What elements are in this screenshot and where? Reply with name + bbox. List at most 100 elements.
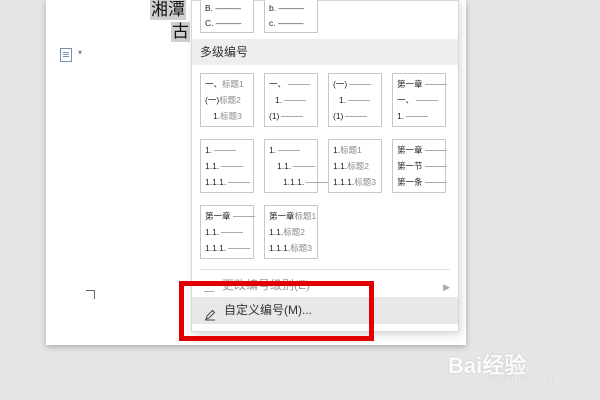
numbering-line: 第一章 bbox=[205, 211, 255, 221]
numbering-level-label: 1.1.1. bbox=[269, 243, 291, 253]
numbering-line: 1.1.1.标题3 bbox=[333, 177, 376, 187]
numbering-line: 1. bbox=[275, 95, 307, 105]
placeholder-line bbox=[288, 84, 311, 86]
heading-style-label: 标题3 bbox=[354, 177, 377, 187]
numbering-line: 1.1.标题2 bbox=[269, 227, 305, 237]
numbering-level-label: 1. bbox=[205, 145, 213, 155]
numbering-level-label: 第一章 bbox=[397, 145, 423, 155]
placeholder-line bbox=[424, 84, 447, 86]
numbering-level-label: 一、 bbox=[397, 95, 415, 105]
placeholder-line bbox=[306, 182, 329, 184]
placeholder-line bbox=[221, 232, 244, 234]
multilevel-numbering-option[interactable]: 一、标题1 (一)标题2 1.标题3 bbox=[200, 73, 254, 127]
numbering-level-label: 1.1. bbox=[333, 161, 348, 171]
heading-style-label: 标题3 bbox=[290, 243, 313, 253]
placeholder-line bbox=[221, 166, 244, 168]
chevron-down-icon[interactable]: ▾ bbox=[78, 48, 82, 57]
numbering-line: 第一章 bbox=[397, 145, 447, 155]
numbering-line: 1. bbox=[397, 111, 429, 121]
heading-style-label: 标题3 bbox=[220, 111, 242, 121]
placeholder-line bbox=[345, 116, 368, 118]
numbering-line: (一) bbox=[333, 79, 372, 89]
numbering-level-label: 1. bbox=[339, 95, 347, 105]
heading-style-label: 标题2 bbox=[219, 95, 241, 105]
numbering-line: B. ——— bbox=[205, 3, 241, 13]
document-text-line-1[interactable]: 湘潭 bbox=[150, 0, 186, 20]
numbering-level-label: 1.1.1. bbox=[283, 177, 305, 187]
placeholder-line bbox=[281, 116, 304, 118]
numbering-line: 1.1.1. bbox=[283, 177, 329, 187]
numbering-line: 1.1. bbox=[277, 161, 316, 171]
multilevel-numbering-heading: 多级编号 bbox=[192, 39, 458, 65]
numbering-level-label: 一、 bbox=[269, 79, 287, 89]
heading-style-label: 标题1 bbox=[222, 79, 244, 89]
numbering-level-label: 第一章 bbox=[205, 211, 231, 221]
multilevel-numbering-option[interactable]: 一、 1. (1) bbox=[264, 73, 318, 127]
multilevel-numbering-option[interactable]: 第一章一、 1. bbox=[392, 73, 447, 127]
numbering-level-label: (一) bbox=[333, 79, 348, 89]
placeholder-line bbox=[278, 150, 301, 152]
multilevel-numbering-option[interactable]: 第一章标题1 1.1.标题2 1.1.1.标题3 bbox=[264, 205, 318, 259]
numbering-line: 1.1.1. bbox=[205, 177, 251, 187]
numbering-line: 1.标题3 bbox=[213, 111, 242, 121]
numbering-level-label: 一、 bbox=[205, 79, 223, 89]
numbering-line: 1.1. bbox=[205, 227, 244, 237]
baidu-jingyan-watermark: Bai经验 jingyan.baidu.com bbox=[448, 346, 568, 386]
placeholder-line bbox=[348, 100, 371, 102]
placeholder-line bbox=[424, 166, 447, 168]
numbering-level-label: (一) bbox=[205, 95, 220, 105]
numbering-level-label: 1.1. bbox=[277, 161, 292, 171]
numbering-level-label: 1.1. bbox=[205, 161, 220, 171]
numbering-level-label: 1.1. bbox=[205, 227, 220, 237]
numbering-level-label: 1. bbox=[269, 145, 277, 155]
numbering-option-uppercase-letters[interactable]: B. ——— C. ——— bbox=[200, 0, 254, 33]
numbering-line: 1.1.1. bbox=[205, 243, 251, 253]
numbering-level-label: 1. bbox=[397, 111, 405, 121]
numbering-line: c. ——— bbox=[269, 18, 304, 28]
page-corner-mark bbox=[86, 290, 95, 299]
document-text-line-2[interactable]: 古 bbox=[171, 22, 190, 42]
numbering-level-label: (1) bbox=[333, 111, 344, 121]
placeholder-line bbox=[424, 150, 447, 152]
numbering-line: (1) bbox=[333, 111, 368, 121]
placeholder-line bbox=[416, 100, 439, 102]
numbering-line: 1.标题1 bbox=[333, 145, 362, 155]
placeholder-line bbox=[284, 100, 307, 102]
paragraph-icon[interactable] bbox=[60, 48, 72, 62]
numbering-line: (一)标题2 bbox=[205, 95, 241, 105]
multilevel-numbering-option[interactable]: (一) 1. (1) bbox=[328, 73, 382, 127]
numbering-line: 1.1.标题2 bbox=[333, 161, 369, 171]
heading-style-label: 标题1 bbox=[340, 145, 362, 155]
multilevel-numbering-option[interactable]: 1.标题1 1.1.标题2 1.1.1.标题3 bbox=[328, 139, 382, 193]
numbering-level-label: (1) bbox=[269, 111, 280, 121]
heading-style-label: 标题2 bbox=[347, 161, 369, 171]
placeholder-line bbox=[214, 150, 237, 152]
placeholder-line bbox=[424, 182, 447, 184]
numbering-line: 第一章 bbox=[397, 79, 447, 89]
numbering-line: 1. bbox=[339, 95, 371, 105]
multilevel-numbering-option[interactable]: 第一章 第一节 第一条 bbox=[392, 139, 447, 193]
heading-style-label: 标题1 bbox=[294, 211, 317, 221]
numbering-line: 1. bbox=[269, 145, 301, 155]
numbering-line: 第一章标题1 bbox=[269, 211, 316, 221]
numbering-line: C. ——— bbox=[205, 18, 242, 28]
numbering-line: 一、 bbox=[269, 79, 311, 89]
numbering-line: 1. bbox=[205, 145, 237, 155]
numbering-level-label: 第一章 bbox=[269, 211, 295, 221]
multilevel-numbering-option[interactable]: 第一章 1.1. 1.1.1. bbox=[200, 205, 255, 259]
watermark-url: jingyan.baidu.com bbox=[488, 374, 553, 383]
numbering-level-label: 1.1. bbox=[269, 227, 284, 237]
numbering-line: 第一条 bbox=[397, 177, 447, 187]
numbering-line: (1) bbox=[269, 111, 304, 121]
heading-style-label: 标题2 bbox=[283, 227, 305, 237]
placeholder-line bbox=[293, 166, 316, 168]
multilevel-numbering-option[interactable]: 1. 1.1. 1.1.1. bbox=[200, 139, 254, 193]
numbering-option-lowercase-letters[interactable]: b. ——— c. ——— bbox=[264, 0, 318, 33]
multilevel-numbering-option[interactable]: 1. 1.1. 1.1.1. bbox=[264, 139, 329, 193]
placeholder-line bbox=[228, 182, 251, 184]
numbering-level-label: 第一节 bbox=[397, 161, 423, 171]
numbering-level-label: 1.1.1. bbox=[205, 243, 227, 253]
single-level-numbering-section: B. ——— C. ——— b. ——— c. ——— bbox=[192, 0, 458, 37]
numbering-line: 1.1.1.标题3 bbox=[269, 243, 312, 253]
numbering-line: 第一节 bbox=[397, 161, 447, 171]
